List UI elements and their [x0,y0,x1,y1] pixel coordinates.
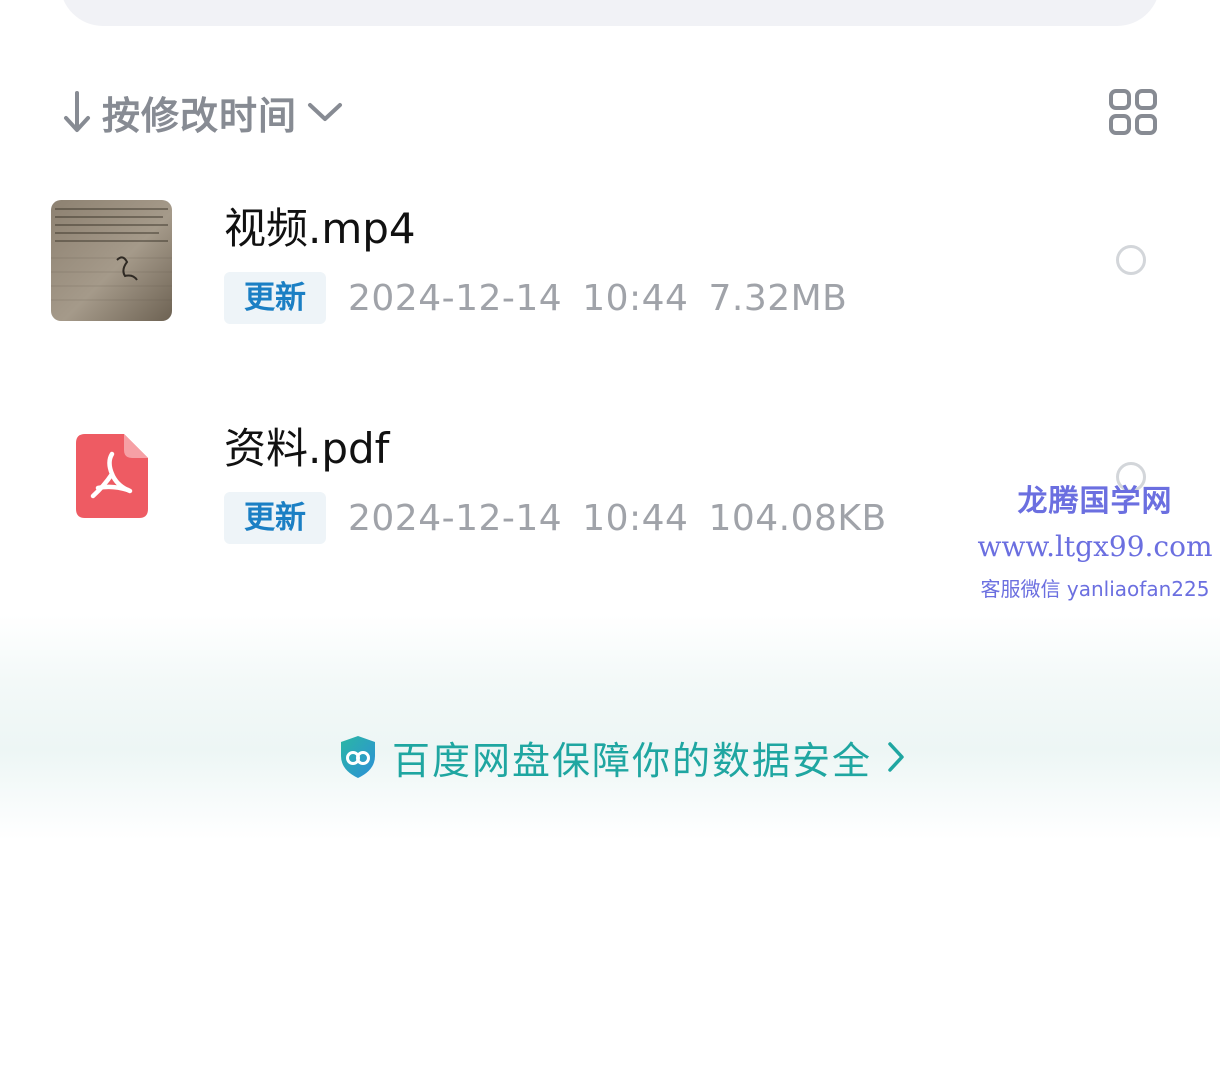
watermark-contact: 客服微信 yanliaofan225 [980,577,1210,601]
file-info: 2024-12-14 10:44 7.32MB [348,278,847,319]
file-date: 2024-12-14 [348,277,563,319]
update-badge: 更新 [224,492,326,544]
search-bar[interactable] [60,0,1160,26]
sort-down-arrow-icon [64,91,90,132]
grid-view-icon[interactable] [1108,88,1158,136]
chevron-down-icon [308,103,343,121]
select-radio[interactable] [1116,245,1146,275]
pdf-icon [76,434,148,518]
watermark-title: 龙腾国学网 [1017,484,1173,519]
shield-icon [341,736,375,778]
security-text: 百度网盘保障你的数据安全 [392,738,873,783]
file-size: 104.08KB [708,497,887,539]
watermark-url: www.ltgx99.com [977,530,1213,563]
watermark: 龙腾国学网 www.ltgx99.com 客服微信 yanliaofan225 [970,476,1220,602]
file-size: 7.32MB [708,277,848,319]
chevron-right-icon [888,742,904,772]
file-name: 视频.mp4 [224,204,416,253]
update-badge: 更新 [224,272,326,324]
sort-control[interactable]: 按修改时间 [62,86,343,138]
video-thumbnail [51,200,172,321]
security-link[interactable]: 百度网盘保障你的数据安全 [338,732,906,783]
file-time: 10:44 [582,497,689,539]
file-time: 10:44 [582,277,689,319]
file-info: 2024-12-14 10:44 104.08KB [348,498,887,539]
file-row-video[interactable]: 视频.mp4 更新 2024-12-14 10:44 7.32MB [0,180,1220,360]
security-banner [0,615,1220,840]
sort-label: 按修改时间 [102,93,298,138]
file-meta: 更新 2024-12-14 10:44 104.08KB [224,492,887,544]
file-date: 2024-12-14 [348,497,563,539]
file-meta: 更新 2024-12-14 10:44 7.32MB [224,272,847,324]
file-name: 资料.pdf [224,424,390,473]
